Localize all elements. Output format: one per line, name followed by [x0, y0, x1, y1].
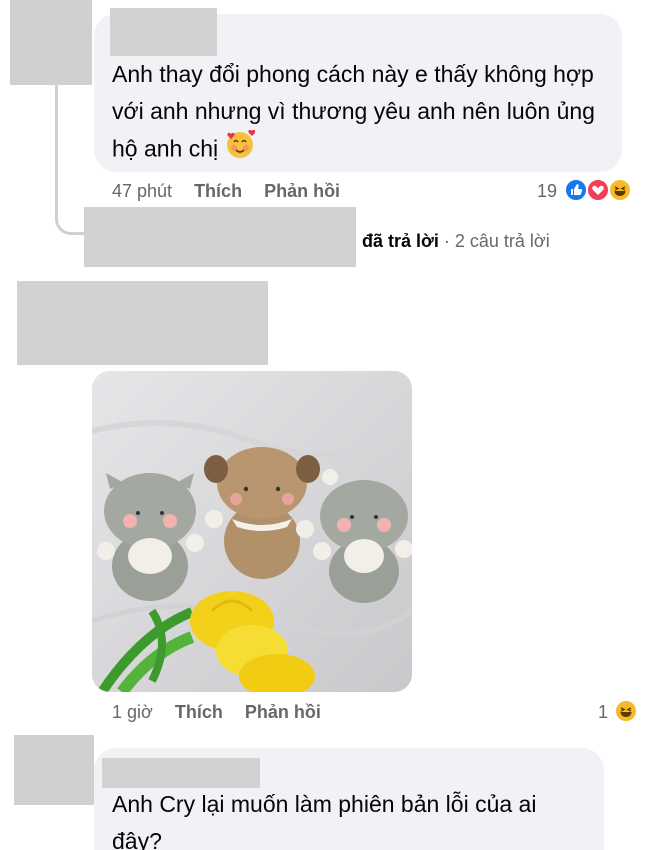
haha-reaction-icon	[614, 699, 638, 723]
thread-connector	[55, 85, 85, 235]
like-reaction-icon	[564, 178, 588, 202]
love-reaction-icon	[586, 178, 610, 202]
comment-actions: 47 phút Thích Phản hồi	[112, 181, 340, 202]
comment-time[interactable]: 47 phút	[112, 181, 172, 202]
author-name[interactable]	[17, 281, 268, 365]
avatar[interactable]	[10, 0, 92, 85]
author-name[interactable]	[102, 758, 260, 788]
like-button[interactable]: Thích	[175, 702, 223, 723]
comment-photo[interactable]	[92, 371, 412, 692]
comment-text: Anh Cry lại muốn làm phiên bản lỗi của a…	[112, 791, 537, 850]
comment-text: Anh thay đổi phong cách này e thấy không…	[112, 56, 612, 171]
replier-name[interactable]	[84, 207, 356, 267]
reaction-count[interactable]: 19	[537, 181, 557, 202]
smiling-face-with-hearts-icon	[225, 129, 256, 171]
haha-reaction-icon	[608, 178, 632, 202]
view-replies-link[interactable]: đã trả lời · 2 câu trả lời	[362, 231, 550, 252]
reply-button[interactable]: Phản hồi	[245, 702, 321, 723]
comment-time[interactable]: 1 giờ	[112, 702, 153, 723]
reaction-count[interactable]: 1	[598, 702, 608, 723]
comment-actions: 1 giờ Thích Phản hồi	[112, 702, 321, 723]
author-name[interactable]	[110, 8, 217, 56]
reply-button[interactable]: Phản hồi	[264, 181, 340, 202]
avatar[interactable]	[14, 735, 94, 805]
like-button[interactable]: Thích	[194, 181, 242, 202]
